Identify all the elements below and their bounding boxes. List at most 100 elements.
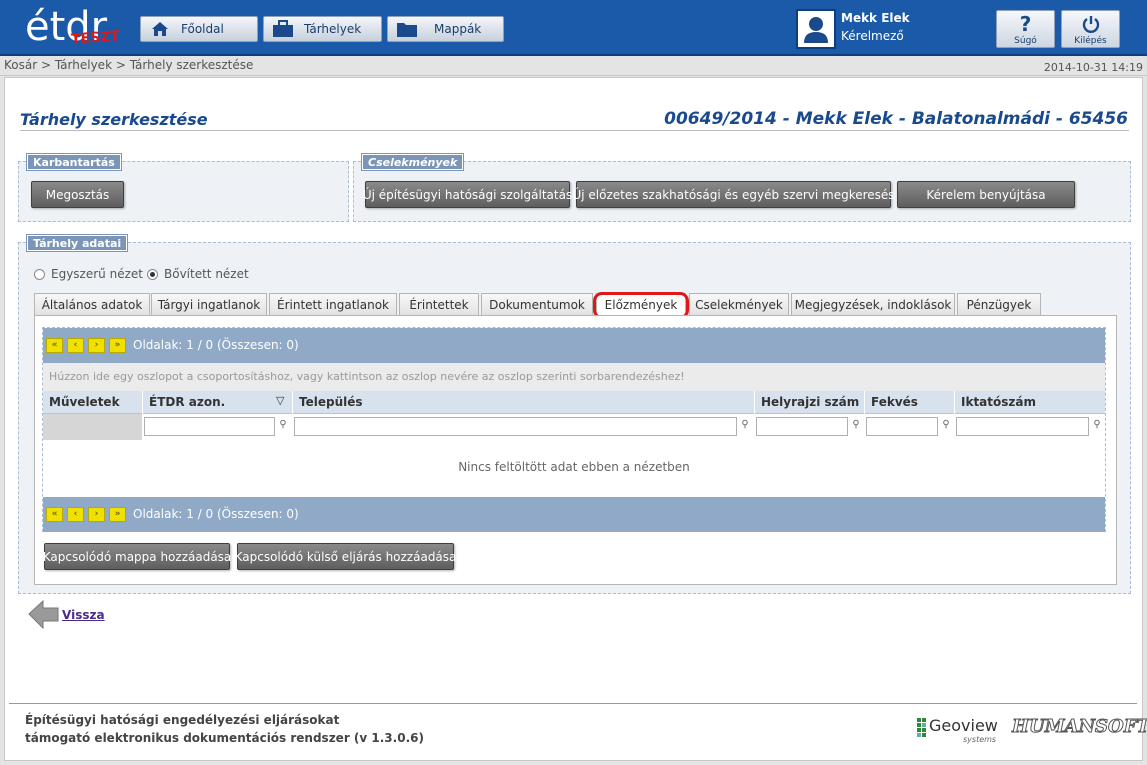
grid-header-row: Műveletek ÉTDR azon. ▽ Település Helyraj… xyxy=(43,391,1105,414)
breadcrumb-bar: Kosár > Tárhelyek > Tárhely szerkesztése… xyxy=(0,56,1147,76)
datetime: 2014-10-31 14:19 xyxy=(1043,61,1143,74)
app-window: étdr TESZT Főoldal Tárhelyek Mappák Mekk… xyxy=(0,0,1147,765)
filter-icon[interactable]: ⚲ xyxy=(940,418,952,432)
title-divider xyxy=(20,130,1129,131)
case-title: 00649/2014 - Mekk Elek - Balatonalmádi -… xyxy=(664,109,1128,129)
tab-finances[interactable]: Pénzügyek xyxy=(957,293,1041,315)
col-header-lot-number[interactable]: Helyrajzi szám xyxy=(755,391,865,414)
history-grid: « ‹ › » Oldalak: 1 / 0 (Összesen: 0) Húz… xyxy=(42,327,1106,532)
humansoft-logo: HUMANSOFT xyxy=(1012,716,1147,738)
nav-home-label: Főoldal xyxy=(181,22,224,36)
test-badge: TESZT xyxy=(70,28,121,48)
filter-lot-number-input[interactable] xyxy=(756,417,848,436)
view-extended-radio[interactable] xyxy=(147,268,158,280)
filter-settlement-input[interactable] xyxy=(294,417,737,436)
sort-desc-icon[interactable]: ▽ xyxy=(276,394,284,407)
breadcrumb[interactable]: Kosár > Tárhelyek > Tárhely szerkesztése xyxy=(4,58,253,72)
main-panel: Tárhely szerkesztése 00649/2014 - Mekk E… xyxy=(4,77,1147,761)
pager-text-bottom: Oldalak: 1 / 0 (Összesen: 0) xyxy=(133,507,299,521)
partner-logos: Geoview systems HUMANSOFT xyxy=(917,714,1147,748)
grid-filter-row: ⚲ ⚲ ⚲ ⚲ ⚲ xyxy=(43,414,1105,440)
last-page-icon[interactable]: » xyxy=(109,338,126,353)
back-link[interactable]: Vissza xyxy=(62,608,105,622)
briefcase-icon xyxy=(270,19,296,39)
first-page-icon[interactable]: « xyxy=(46,507,63,522)
col-header-file-number[interactable]: Iktatószám xyxy=(955,391,1105,414)
share-button[interactable]: Megosztás xyxy=(31,181,124,208)
header-bar: étdr TESZT Főoldal Tárhelyek Mappák Mekk… xyxy=(0,0,1147,56)
nav-home-button[interactable]: Főoldal xyxy=(140,16,258,42)
tab-actions[interactable]: Cselekmények xyxy=(689,293,789,315)
footer-line-1: Építésügyi hatósági engedélyezési eljárá… xyxy=(25,713,340,727)
maintenance-fieldset: Karbantartás Megosztás xyxy=(18,153,349,222)
tab-general[interactable]: Általános adatok xyxy=(34,293,150,315)
submit-request-button[interactable]: Kérelem benyújtása xyxy=(897,181,1075,208)
filter-location-input[interactable] xyxy=(866,417,938,436)
group-drop-area[interactable]: Húzzon ide egy oszlopot a csoportosításh… xyxy=(43,363,1105,391)
new-service-button[interactable]: Új építésügyi hatósági szolgáltatás xyxy=(363,181,572,208)
footer-divider xyxy=(9,703,1137,704)
view-simple-option[interactable]: Egyszerű nézet xyxy=(34,267,143,281)
last-page-icon[interactable]: » xyxy=(109,507,126,522)
filter-icon[interactable]: ⚲ xyxy=(739,418,751,432)
user-name: Mekk Elek xyxy=(841,11,910,25)
help-button[interactable]: ? Súgó xyxy=(996,10,1055,48)
filter-icon[interactable]: ⚲ xyxy=(277,418,289,432)
col-header-operations[interactable]: Műveletek xyxy=(43,391,143,414)
etdr-logo[interactable]: étdr TESZT xyxy=(25,2,125,52)
storage-fieldset: Tárhely adatai Egyszerű nézet Bővített n… xyxy=(18,234,1131,594)
new-inquiry-button[interactable]: Új előzetes szakhatósági és egyéb szervi… xyxy=(572,181,895,208)
pager-text-top: Oldalak: 1 / 0 (Összesen: 0) xyxy=(133,338,299,352)
nav-folders-button[interactable]: Mappák xyxy=(387,16,504,42)
col-header-settlement[interactable]: Település xyxy=(293,391,755,414)
tab-notes[interactable]: Megjegyzések, indoklások xyxy=(791,293,955,315)
back-arrow-icon[interactable] xyxy=(27,598,61,632)
filter-spacer xyxy=(43,414,142,440)
user-box[interactable]: Mekk Elek Kérelmező xyxy=(795,9,925,49)
geoview-logo-sub: systems xyxy=(963,735,997,744)
add-related-folder-button[interactable]: Kapcsolódó mappa hozzáadása xyxy=(43,543,231,570)
storage-legend: Tárhely adatai xyxy=(25,234,129,252)
grid-pager-bottom: « ‹ › » Oldalak: 1 / 0 (Összesen: 0) xyxy=(43,497,1105,532)
add-external-procedure-button[interactable]: Kapcsolódó külső eljárás hozzáadása xyxy=(235,543,456,570)
footer-text: Építésügyi hatósági engedélyezési eljárá… xyxy=(25,711,424,747)
actions-legend: Cselekmények xyxy=(360,153,465,171)
history-tab-panel: « ‹ › » Oldalak: 1 / 0 (Összesen: 0) Húz… xyxy=(34,315,1117,585)
col-header-etdr-id[interactable]: ÉTDR azon. xyxy=(143,391,293,414)
filter-etdr-id-input[interactable] xyxy=(144,417,275,436)
filter-file-number-input[interactable] xyxy=(956,417,1089,436)
nav-folders-label: Mappák xyxy=(434,22,482,36)
tab-affected-properties[interactable]: Érintett ingatlanok xyxy=(269,293,397,315)
view-extended-option[interactable]: Bővített nézet xyxy=(147,267,249,281)
logout-label: Kilépés xyxy=(1074,36,1107,46)
prev-page-icon[interactable]: ‹ xyxy=(67,507,84,522)
tab-subject-properties[interactable]: Tárgyi ingatlanok xyxy=(151,293,267,315)
tab-documents[interactable]: Dokumentumok xyxy=(481,293,593,315)
footer-line-2: támogató elektronikus dokumentációs rend… xyxy=(25,731,424,745)
home-icon xyxy=(147,19,173,39)
filter-icon[interactable]: ⚲ xyxy=(850,418,862,432)
nav-storage-label: Tárhelyek xyxy=(304,22,362,36)
next-page-icon[interactable]: › xyxy=(88,338,105,353)
actions-fieldset: Cselekmények Új építésügyi hatósági szol… xyxy=(353,153,1131,222)
grid-pager-top: « ‹ › » Oldalak: 1 / 0 (Összesen: 0) xyxy=(43,328,1105,363)
user-role: Kérelmező xyxy=(841,29,904,43)
prev-page-icon[interactable]: ‹ xyxy=(67,338,84,353)
filter-icon[interactable]: ⚲ xyxy=(1091,418,1103,432)
page-title: Tárhely szerkesztése xyxy=(20,110,208,129)
col-header-location[interactable]: Fekvés xyxy=(865,391,955,414)
view-simple-radio[interactable] xyxy=(34,268,45,280)
first-page-icon[interactable]: « xyxy=(46,338,63,353)
user-avatar-icon xyxy=(796,9,836,49)
geoview-logo: Geoview xyxy=(929,716,998,735)
logout-button[interactable]: Kilépés xyxy=(1061,10,1120,48)
question-icon: ? xyxy=(1019,12,1032,36)
maintenance-legend: Karbantartás xyxy=(26,153,122,171)
tab-affected-parties[interactable]: Érintettek xyxy=(399,293,479,315)
folder-icon xyxy=(394,19,420,39)
view-extended-label: Bővített nézet xyxy=(164,267,249,281)
next-page-icon[interactable]: › xyxy=(88,507,105,522)
view-simple-label: Egyszerű nézet xyxy=(51,267,143,281)
nav-storage-button[interactable]: Tárhelyek xyxy=(263,16,382,42)
help-label: Súgó xyxy=(1014,36,1037,46)
